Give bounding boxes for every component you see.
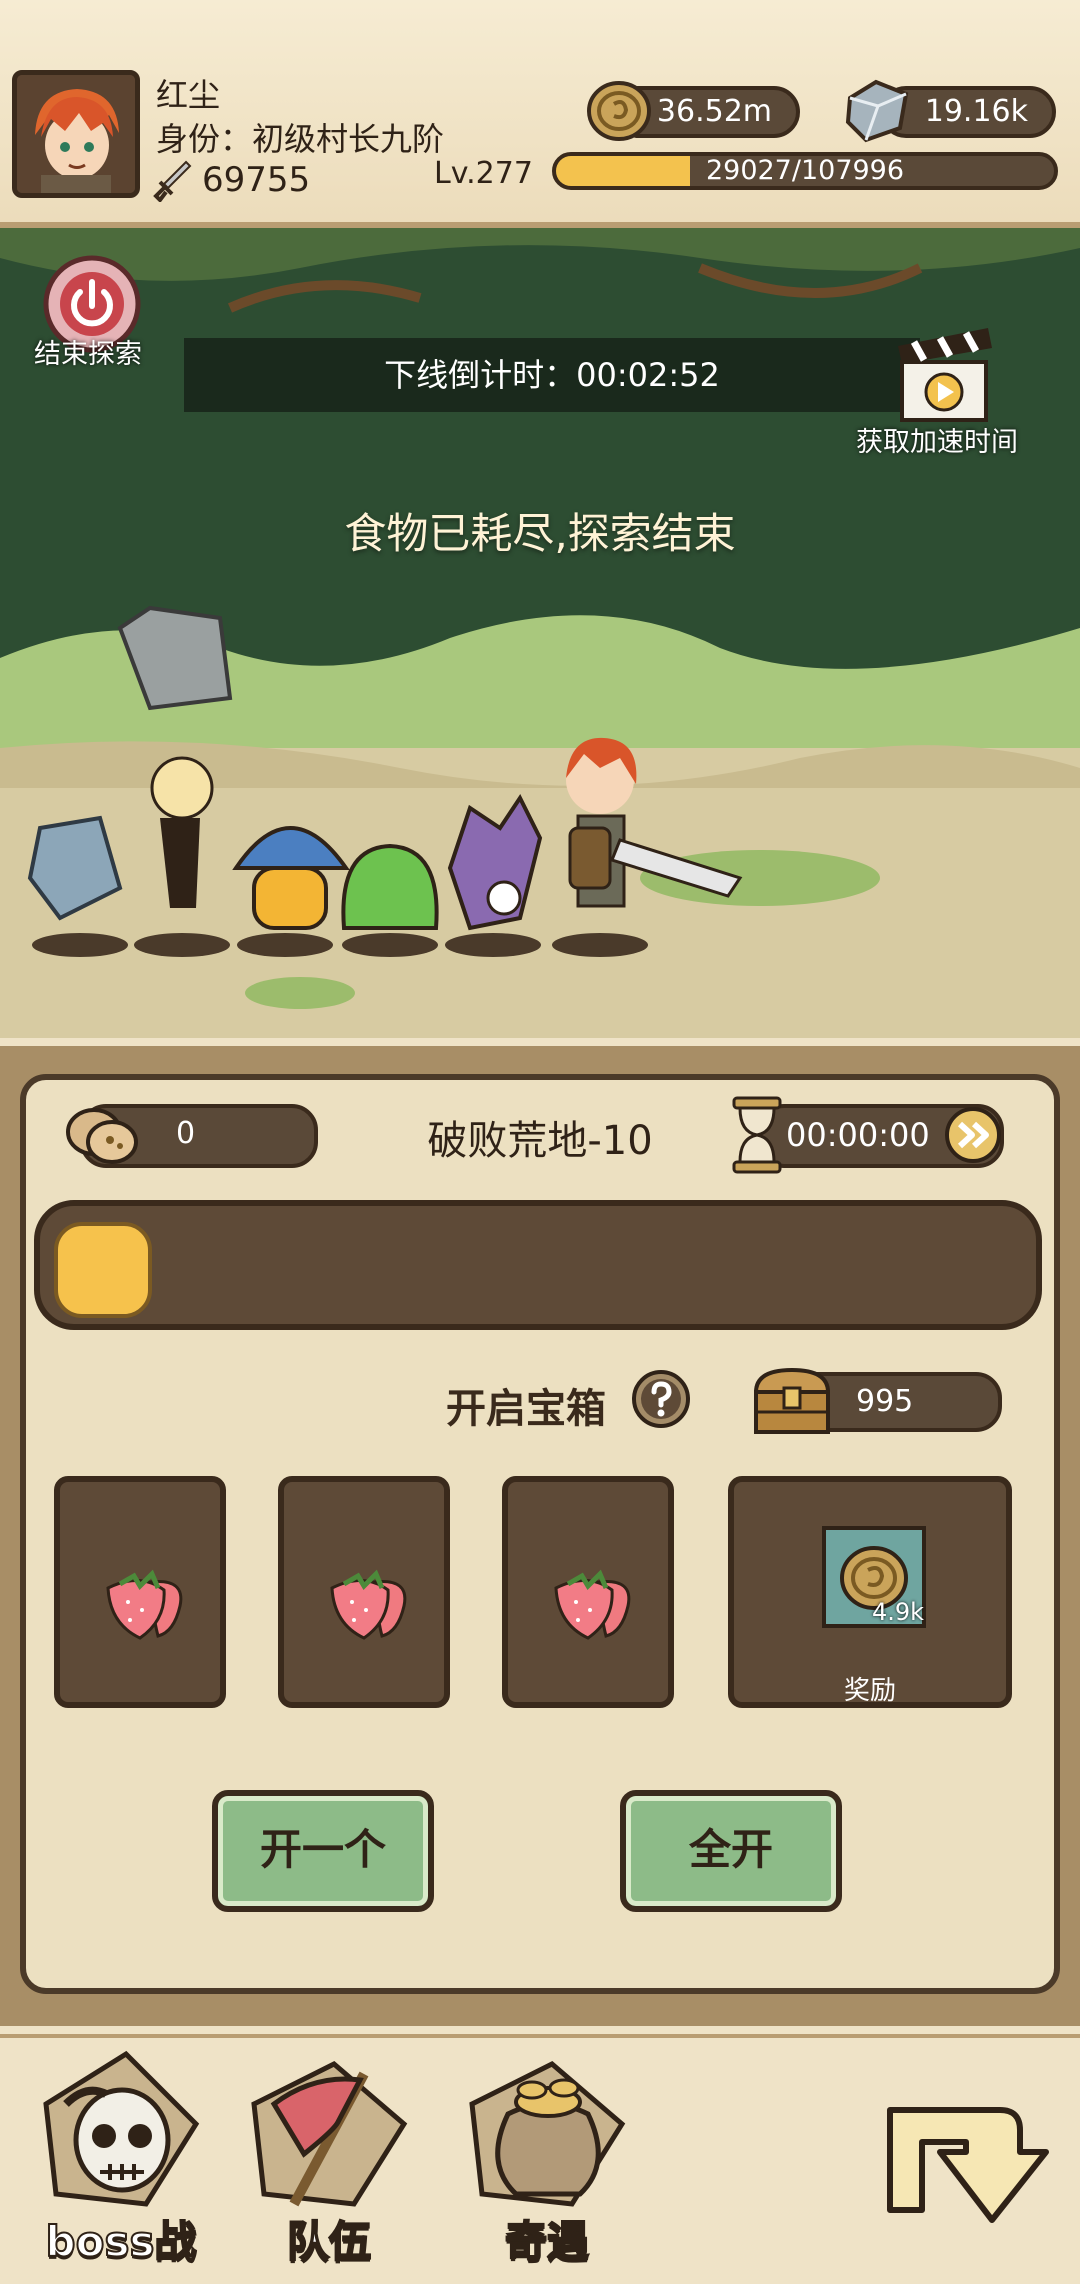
gold-coin-icon xyxy=(584,76,654,146)
end-exploration-label[interactable]: 结束探索 xyxy=(34,332,142,371)
clapperboard-icon xyxy=(898,328,992,422)
xp-progress-text: 29027/107996 xyxy=(705,155,905,186)
gem-amount: 19.16k xyxy=(924,94,1028,129)
exploration-end-message: 食物已耗尽,探索结束 xyxy=(344,509,736,558)
nav-team[interactable] xyxy=(234,2044,424,2224)
strawberry-icon xyxy=(554,1569,631,1640)
nav-encounter[interactable] xyxy=(452,2044,642,2224)
nav-boss-battle[interactable] xyxy=(26,2044,216,2224)
return-button[interactable] xyxy=(870,2090,1054,2250)
xp-progress-bar: 29027/107996 xyxy=(552,152,1058,190)
gold-amount: 36.52m xyxy=(656,94,772,129)
avatar-portrait xyxy=(17,75,135,193)
stage-timer-text: 00:00:00 xyxy=(786,1116,930,1154)
skull-icon xyxy=(43,2050,200,2207)
open-all-button[interactable]: 全开 xyxy=(620,1790,842,1912)
fast-forward-icon xyxy=(945,1107,1001,1163)
open-one-button[interactable]: 开一个 xyxy=(212,1790,434,1912)
exploration-progress-bar xyxy=(34,1200,1042,1330)
get-speedup-button[interactable] xyxy=(884,318,1004,428)
player-level: Lv.277 xyxy=(434,156,533,191)
reward-amount: 4.9k xyxy=(872,1598,925,1626)
offline-countdown-banner: 下线倒计时：00:02:52 xyxy=(184,338,920,412)
player-rank: 身份：初级村长九阶 xyxy=(156,120,445,158)
combat-power-value: 69755 xyxy=(202,160,311,200)
strawberry-icon xyxy=(106,1569,183,1640)
question-icon xyxy=(632,1370,690,1428)
battle-scene: 结束探索 下线倒计时：00:02:52 获取加速时间 食物已耗尽,探索结束 xyxy=(0,228,1080,1038)
reward-label: 奖励 xyxy=(843,1676,896,1706)
gem-icon xyxy=(840,76,914,146)
flag-icon xyxy=(251,2061,408,2207)
exploration-progress-fill xyxy=(54,1222,152,1318)
get-speedup-label[interactable]: 获取加速时间 xyxy=(856,420,1018,459)
return-arrow-icon xyxy=(887,2107,1049,2223)
chest-slot[interactable] xyxy=(278,1476,450,1708)
offline-countdown-text: 下线倒计时：00:02:52 xyxy=(384,356,720,394)
money-bag-icon xyxy=(469,2061,626,2207)
chest-count: 995 xyxy=(856,1384,914,1419)
player-name: 红尘 xyxy=(156,76,221,114)
strawberry-icon xyxy=(330,1569,407,1640)
fast-forward-button[interactable] xyxy=(944,1106,1002,1164)
nav-team-label[interactable]: 队伍 xyxy=(234,2208,424,2269)
hourglass-icon xyxy=(722,1092,792,1182)
open-chest-label: 开启宝箱 xyxy=(446,1386,606,1432)
sword-icon xyxy=(152,158,192,204)
avatar[interactable] xyxy=(12,70,140,198)
help-button[interactable] xyxy=(630,1368,692,1430)
nav-boss-label[interactable]: boss战 xyxy=(26,2208,216,2269)
chest-slot[interactable] xyxy=(54,1476,226,1708)
nav-encounter-label[interactable]: 奇遇 xyxy=(452,2208,642,2269)
chest-slot[interactable] xyxy=(502,1476,674,1708)
treasure-chest-icon xyxy=(748,1362,836,1440)
